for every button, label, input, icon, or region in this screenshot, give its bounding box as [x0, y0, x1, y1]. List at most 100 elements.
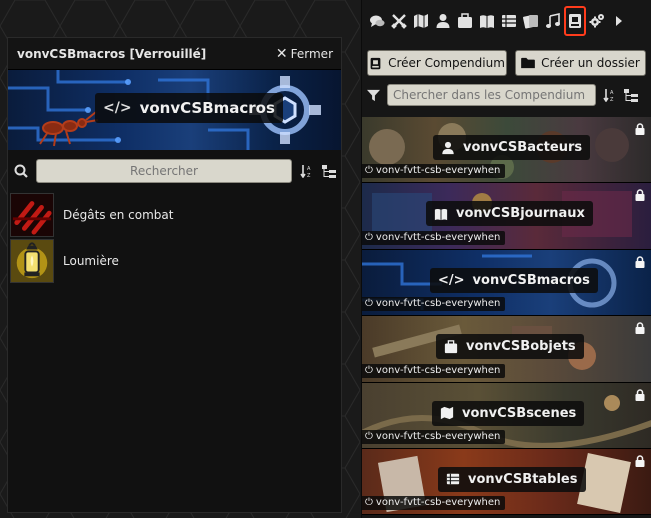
pack-label: vonvCSBacteurs [433, 135, 591, 160]
lock-icon [634, 253, 646, 268]
search-icon [14, 164, 28, 178]
pack-source: ⏻ vonv-fvtt-csb-everywhen [362, 164, 506, 179]
chat-bubbles-icon [370, 15, 385, 27]
pack-label: vonvCSBscenes [432, 400, 585, 426]
list-item[interactable]: Dégâts en combat [8, 192, 341, 238]
sort-alpha-icon[interactable]: AZ [603, 88, 617, 102]
pack-macros[interactable]: </> vonvCSBmacros ⏻ vonv-fvtt-csb-everywh… [362, 249, 651, 317]
collapse-folders-icon[interactable] [624, 88, 638, 102]
crossed-swords-icon [391, 14, 407, 29]
pack-title: vonvCSBobjets [466, 339, 576, 355]
create-compendium-label: Créer Compendium [388, 56, 505, 70]
svg-text:Z: Z [610, 97, 614, 102]
map-icon [440, 406, 454, 420]
window-search-row: AZ [8, 150, 341, 190]
user-icon [442, 141, 454, 154]
pack-source-label: vonv-fvtt-csb-everywhen [375, 430, 501, 442]
tab-compendium[interactable] [564, 6, 586, 36]
pack-source-label: vonv-fvtt-csb-everywhen [375, 231, 501, 243]
tab-items[interactable] [454, 6, 476, 36]
filter-icon [367, 89, 380, 102]
pack-actors[interactable]: vonvCSBacteurs ⏻ vonv-fvtt-csb-everywhen [362, 117, 651, 184]
pack-source-label: vonv-fvtt-csb-everywhen [375, 497, 501, 509]
suitcase-icon [444, 339, 458, 353]
pack-source: ⏻ vonv-fvtt-csb-everywhen [362, 230, 506, 245]
claw-slash-icon [10, 193, 54, 237]
compendium-window: vonvCSBmacros [Verrouillé] ✕ Fermer </> … [7, 37, 342, 513]
folder-icon [521, 57, 535, 69]
tab-playlists[interactable] [542, 6, 564, 36]
pack-scenes[interactable]: vonvCSBscenes ⏻ vonv-fvtt-csb-everywhen [362, 382, 651, 449]
pack-label: </> vonvCSBmacros [430, 267, 598, 293]
pack-source-label: vonv-fvtt-csb-everywhen [375, 364, 501, 376]
plug-icon: ⏻ [365, 298, 373, 310]
sort-alpha-icon[interactable]: AZ [300, 164, 314, 178]
svg-text:Z: Z [307, 173, 311, 178]
tab-tables[interactable] [498, 6, 520, 36]
tab-cards[interactable] [520, 6, 542, 36]
close-icon: ✕ [275, 45, 288, 62]
tab-scenes[interactable] [410, 6, 432, 36]
collapse-folders-icon[interactable] [322, 164, 336, 178]
list-item[interactable]: Loumière [8, 238, 341, 284]
table-list-icon [502, 15, 516, 27]
compendium-pack-list: vonvCSBacteurs ⏻ vonv-fvtt-csb-everywhen … [362, 117, 651, 516]
pack-title: vonvCSBjournaux [456, 206, 585, 222]
entry-list: Dégâts en combat Loumière [8, 190, 341, 284]
sidebar-tabs [362, 0, 651, 42]
user-icon [436, 14, 450, 28]
book-open-icon [434, 208, 448, 221]
cogs-icon [589, 14, 604, 28]
pack-label: vonvCSBjournaux [426, 201, 593, 227]
pack-source-label: vonv-fvtt-csb-everywhen [375, 165, 501, 177]
tab-journal[interactable] [476, 6, 498, 36]
close-button[interactable]: ✕ Fermer [276, 46, 333, 62]
lock-icon [634, 452, 646, 467]
compendium-filter-row: AZ [362, 76, 651, 112]
pack-label: vonvCSBtables [438, 466, 586, 492]
entry-label: Loumière [63, 254, 119, 268]
music-icon [546, 13, 560, 28]
window-header[interactable]: vonvCSBmacros [Verrouillé] ✕ Fermer [8, 38, 341, 70]
cards-icon [523, 15, 538, 29]
compendium-search-input[interactable] [387, 84, 596, 106]
pack-title: vonvCSBacteurs [463, 140, 583, 155]
banner-label: </> vonvCSBmacros [95, 93, 283, 123]
atlas-icon [569, 14, 581, 28]
create-folder-button[interactable]: Créer un dossier [515, 50, 646, 76]
pack-title: vonvCSBtables [468, 471, 578, 487]
plug-icon: ⏻ [365, 165, 373, 177]
table-list-icon [446, 474, 460, 485]
lock-icon [634, 120, 646, 135]
tab-combat[interactable] [388, 6, 410, 36]
create-compendium-button[interactable]: Créer Compendium [367, 50, 507, 76]
pack-title: vonvCSBmacros [472, 272, 590, 288]
pack-items[interactable]: vonvCSBobjets ⏻ vonv-fvtt-csb-everywhen [362, 316, 651, 383]
pack-tables[interactable]: vonvCSBtables ⏻ vonv-fvtt-csb-everywhen [362, 448, 651, 516]
code-icon: </> [438, 272, 465, 288]
pack-source: ⏻ vonv-fvtt-csb-everywhen [362, 496, 506, 511]
lock-icon [634, 319, 646, 335]
compendium-actions: Créer Compendium Créer un dossier [362, 42, 651, 76]
sidebar: Créer Compendium Créer un dossier AZ von… [361, 0, 651, 518]
banner-title: vonvCSBmacros [139, 99, 275, 117]
pack-source-label: vonv-fvtt-csb-everywhen [375, 298, 501, 310]
pack-journals[interactable]: vonvCSBjournaux ⏻ vonv-fvtt-csb-everywhen [362, 183, 651, 250]
tab-settings[interactable] [586, 6, 608, 36]
tab-actors[interactable] [432, 6, 454, 36]
search-input[interactable] [36, 158, 292, 183]
create-folder-label: Créer un dossier [541, 56, 640, 70]
code-icon: </> [103, 100, 132, 116]
tab-chat[interactable] [366, 6, 388, 36]
svg-text:A: A [610, 90, 614, 96]
window-title: vonvCSBmacros [Verrouillé] [17, 46, 207, 61]
entry-label: Dégâts en combat [63, 208, 174, 222]
atlas-icon [370, 57, 381, 69]
lock-icon [634, 186, 646, 202]
book-open-icon [480, 15, 494, 28]
pack-source: ⏻ vonv-fvtt-csb-everywhen [362, 429, 506, 444]
plug-icon: ⏻ [365, 364, 373, 376]
lock-icon [634, 386, 646, 401]
tab-collapse[interactable] [608, 6, 630, 36]
pack-source: ⏻ vonv-fvtt-csb-everywhen [362, 297, 506, 312]
